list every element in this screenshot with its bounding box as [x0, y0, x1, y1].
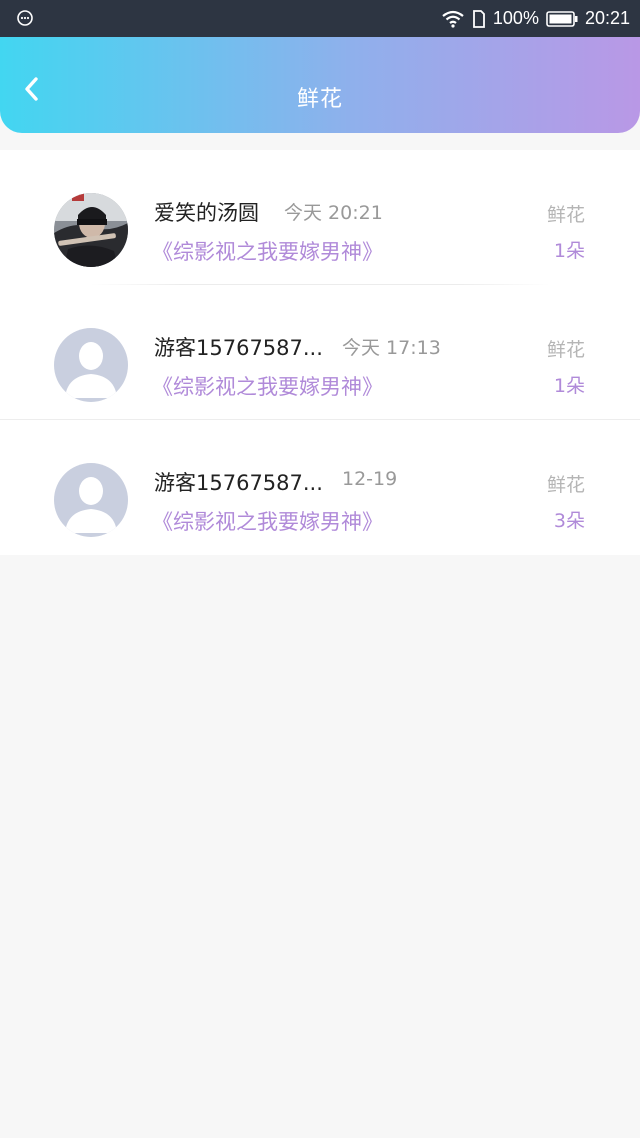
record-time: 今天 20:21 [284, 202, 383, 224]
work-title-link[interactable]: 《综影视之我要嫁男神》 [152, 371, 383, 401]
battery-icon [546, 10, 578, 27]
record-time: 12-19 [342, 468, 398, 490]
work-title-link[interactable]: 《综影视之我要嫁男神》 [152, 236, 383, 266]
list-item[interactable]: 爱笑的汤圆 今天 20:21 《综影视之我要嫁男神》 鲜花 1朵 [0, 150, 640, 285]
work-title-link[interactable]: 《综影视之我要嫁男神》 [152, 506, 383, 536]
status-bar: 100% 20:21 [0, 0, 640, 37]
gift-count: 1朵 [553, 240, 585, 262]
gift-count: 3朵 [553, 510, 585, 532]
avatar[interactable] [54, 193, 128, 267]
gift-type-label: 鲜花 [546, 339, 585, 361]
user-name: 游客15767587... [154, 336, 323, 360]
clock: 20:21 [584, 8, 630, 28]
gift-count: 1朵 [553, 375, 585, 397]
message-icon [17, 10, 33, 26]
list-item[interactable]: 游客15767587... 12-19 《综影视之我要嫁男神》 鲜花 3朵 [0, 420, 640, 555]
gift-record-list: 爱笑的汤圆 今天 20:21 《综影视之我要嫁男神》 鲜花 1朵 游客15767… [0, 150, 640, 555]
battery-percent: 100% [492, 8, 539, 28]
user-name: 爱笑的汤圆 [154, 201, 259, 225]
sim-icon [472, 9, 486, 28]
list-item[interactable]: 游客15767587... 今天 17:13 《综影视之我要嫁男神》 鲜花 1朵 [0, 285, 640, 420]
record-time: 今天 17:13 [342, 337, 441, 359]
user-name: 游客15767587... [154, 471, 323, 495]
default-avatar[interactable] [54, 328, 128, 402]
wifi-icon [441, 10, 465, 28]
header-bar: 鲜花 [0, 37, 640, 133]
gift-type-label: 鲜花 [546, 204, 585, 226]
gift-type-label: 鲜花 [546, 474, 585, 496]
page-title: 鲜花 [296, 87, 343, 112]
default-avatar[interactable] [54, 463, 128, 537]
